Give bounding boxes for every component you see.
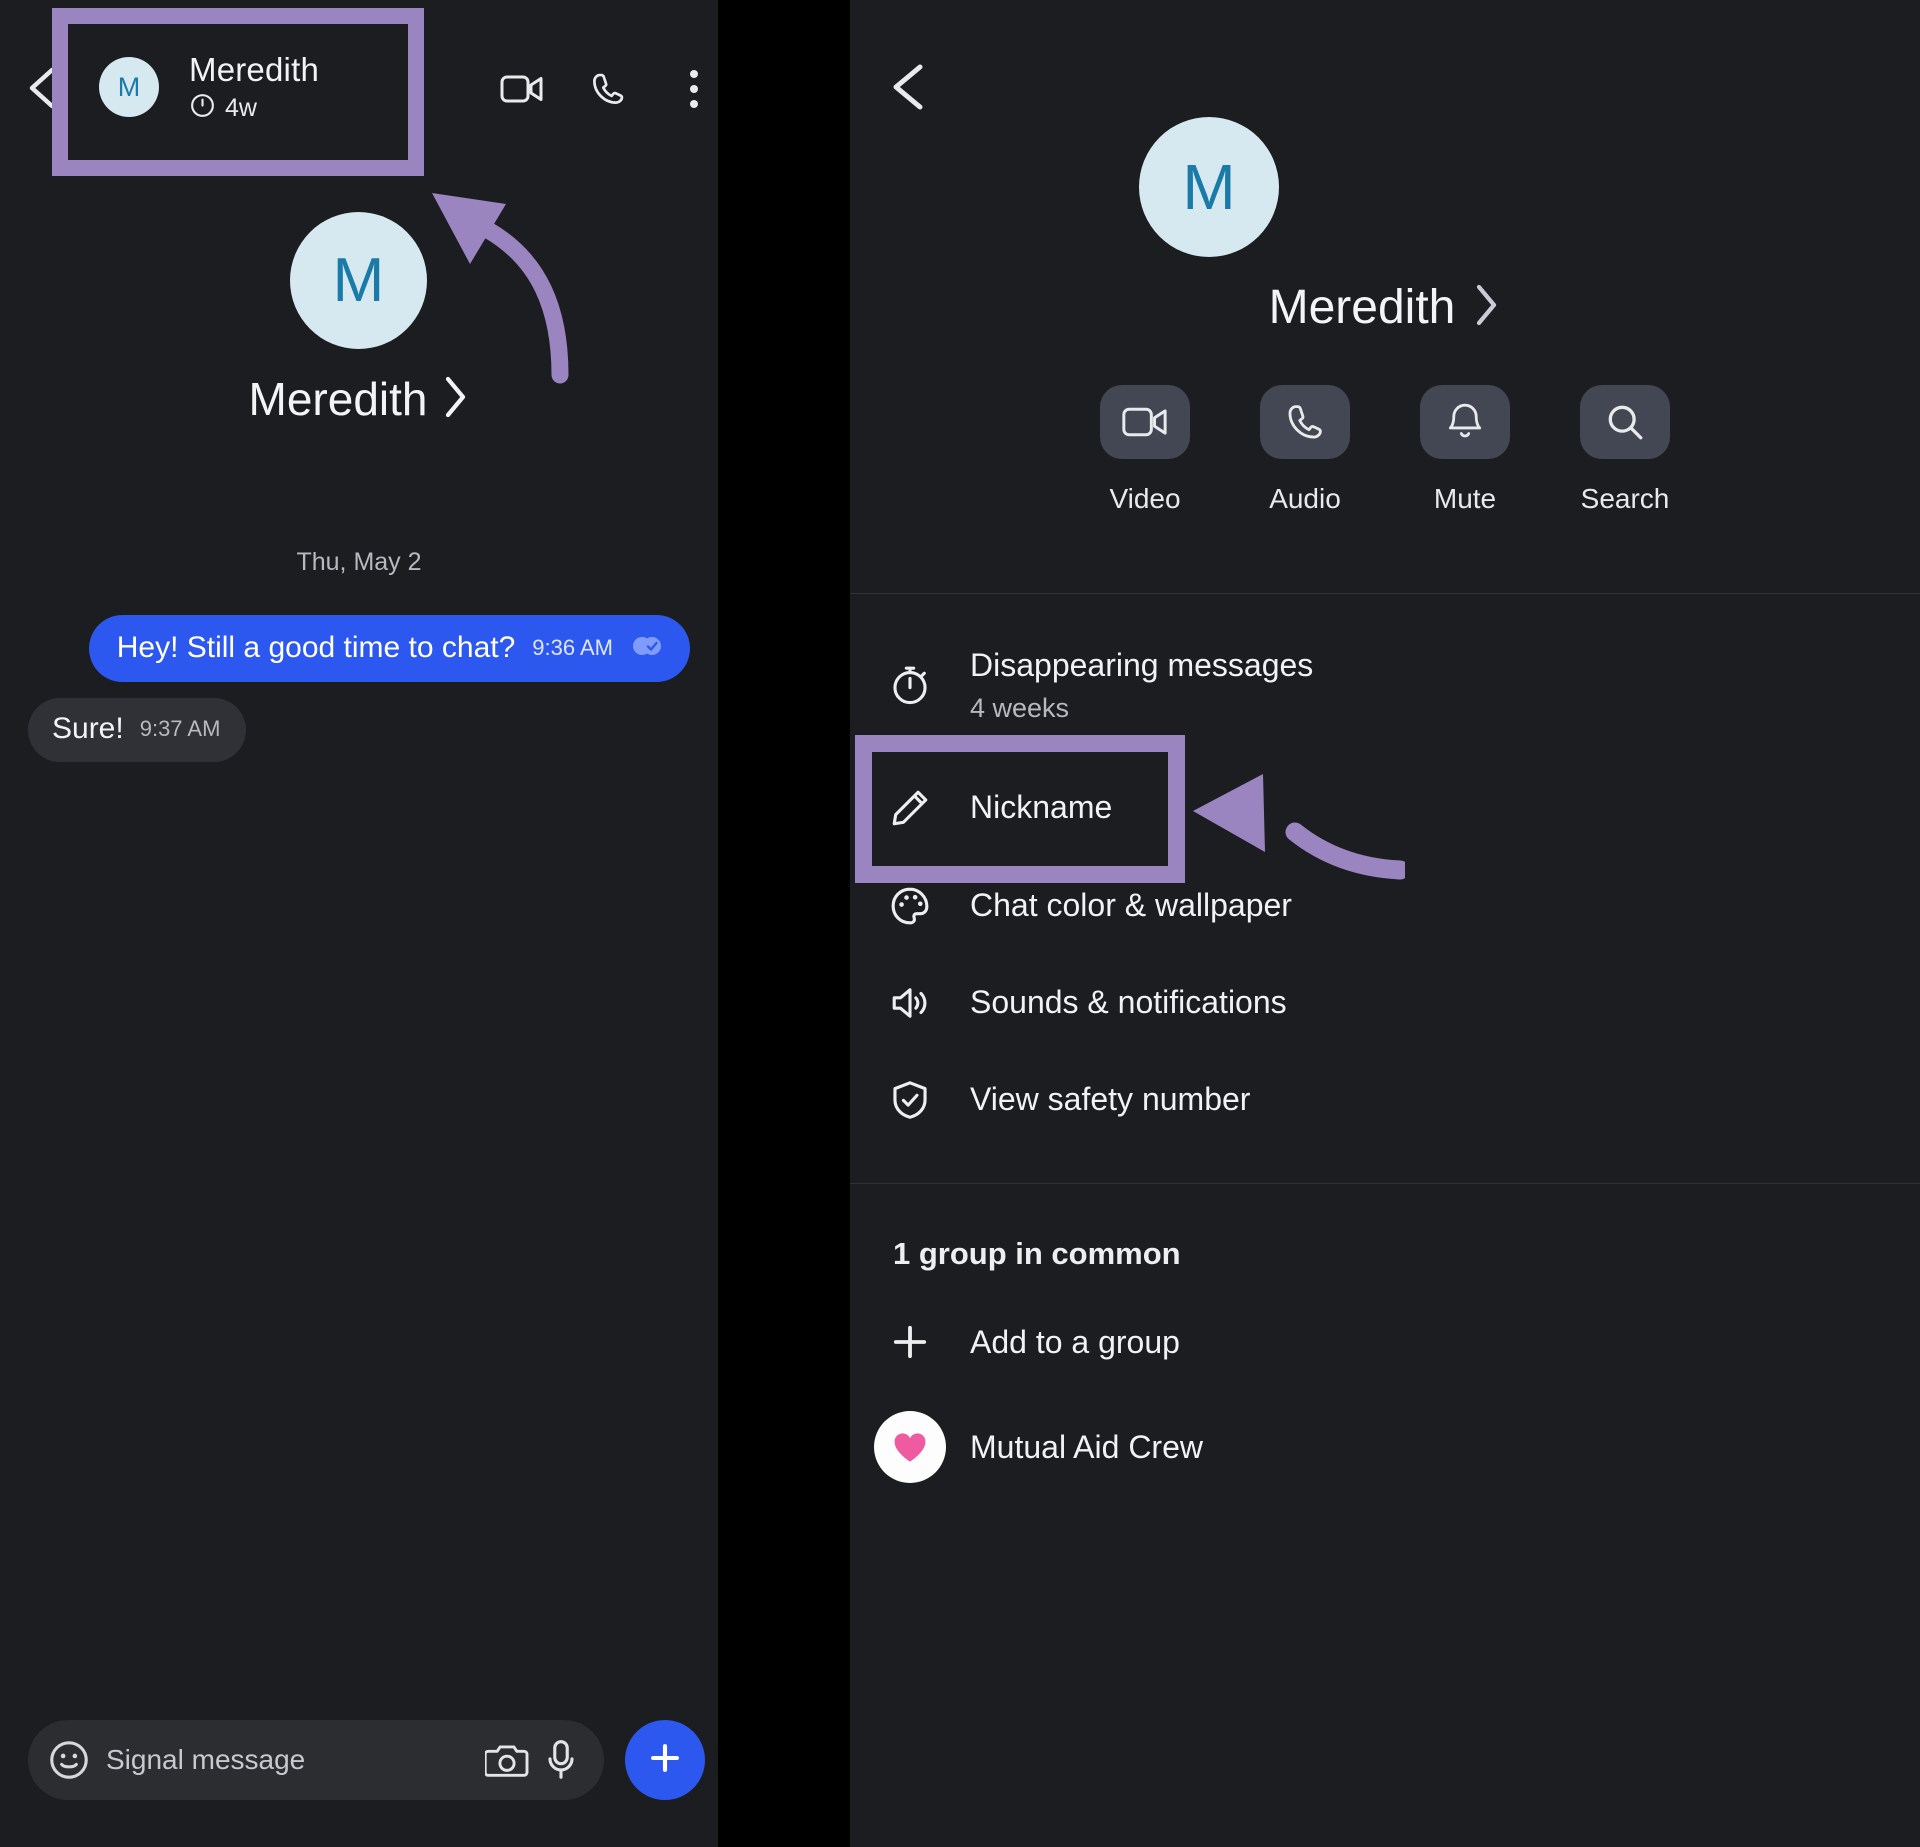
profile-avatar-letter: M <box>1182 151 1236 223</box>
settings-row-sounds-notifications[interactable]: Sounds & notifications <box>850 955 1920 1051</box>
chat-topbar-actions <box>493 60 718 118</box>
group-row[interactable]: Mutual Aid Crew <box>850 1405 1920 1489</box>
message-bubble-incoming[interactable]: Sure! 9:37 AM <box>28 698 247 762</box>
add-to-group-row[interactable]: Add to a group <box>850 1300 1920 1384</box>
settings-row-title: Nickname <box>970 789 1113 826</box>
avatar-letter: M <box>117 71 141 102</box>
chat-screen: M Meredith 4w M Meredith Thu, May 2 Hey!… <box>0 0 718 1847</box>
timer-icon <box>189 92 216 124</box>
delivered-check-icon <box>630 633 664 664</box>
camera-icon[interactable] <box>480 1733 534 1787</box>
chat-topbar: M Meredith 4w <box>0 0 718 175</box>
message-input[interactable]: Signal message <box>106 1744 480 1776</box>
attach-button[interactable] <box>625 1720 705 1800</box>
bell-icon <box>1420 385 1510 459</box>
settings-row-title: View safety number <box>970 1081 1251 1118</box>
settings-row-subtitle: 4 weeks <box>970 692 1070 723</box>
back-arrow-icon[interactable] <box>882 58 938 116</box>
settings-row-nickname[interactable]: Nickname <box>850 760 1920 856</box>
speaker-icon <box>850 981 970 1025</box>
more-vertical-icon[interactable] <box>665 60 718 118</box>
settings-row-title: Chat color & wallpaper <box>970 887 1292 924</box>
profile-avatar[interactable]: M <box>1139 117 1279 257</box>
profile-name: Meredith <box>1268 281 1456 334</box>
back-arrow-icon[interactable] <box>22 62 66 114</box>
action-video[interactable]: Video <box>1065 385 1225 515</box>
panel-divider <box>718 0 850 1847</box>
avatar[interactable]: M <box>99 57 159 117</box>
emoji-smiley-icon[interactable] <box>44 1735 94 1785</box>
profile-avatar-letter: M <box>332 246 385 315</box>
plus-icon <box>646 1739 684 1782</box>
settings-row-title: Disappearing messages <box>970 647 1314 684</box>
action-label: Search <box>1580 483 1670 514</box>
video-call-icon <box>1100 385 1190 459</box>
groups-section-title: 1 group in common <box>893 1236 1181 1271</box>
profile-avatar[interactable]: M <box>290 212 427 349</box>
phone-call-icon[interactable] <box>579 60 637 118</box>
action-label: Audio <box>1269 483 1341 514</box>
contact-settings-screen: M Meredith Video Audio Mute Search Disap… <box>850 0 1920 1847</box>
search-icon <box>1580 385 1670 459</box>
action-label: Mute <box>1433 483 1497 514</box>
action-audio[interactable]: Audio <box>1225 385 1385 515</box>
screenshot-root: M Meredith 4w M Meredith Thu, May 2 Hey!… <box>0 0 1920 1847</box>
settings-row-title: Sounds & notifications <box>970 984 1287 1021</box>
action-search[interactable]: Search <box>1545 385 1705 515</box>
palette-icon <box>850 884 970 928</box>
chevron-right-icon <box>1473 281 1501 334</box>
phone-call-icon <box>1260 385 1350 459</box>
video-call-icon[interactable] <box>493 60 551 118</box>
action-label: Video <box>1109 483 1181 514</box>
message-text: Hey! Still a good time to chat? <box>116 631 516 664</box>
settings-row-view-safety-number[interactable]: View safety number <box>850 1052 1920 1148</box>
message-composer[interactable]: Signal message <box>28 1720 604 1800</box>
profile-name-row[interactable]: Meredith <box>850 280 1920 335</box>
heart-avatar-icon <box>850 1411 970 1483</box>
message-timestamp: 9:36 AM <box>532 635 613 660</box>
add-to-group-label: Add to a group <box>970 1323 1180 1360</box>
date-divider: Thu, May 2 <box>296 548 422 576</box>
shield-check-icon <box>850 1078 970 1122</box>
pencil-icon <box>850 786 970 830</box>
disappearing-indicator[interactable]: 4w <box>189 92 257 124</box>
microphone-icon[interactable] <box>534 1733 588 1787</box>
action-mute[interactable]: Mute <box>1385 385 1545 515</box>
chevron-right-icon <box>443 374 469 425</box>
message-timestamp: 9:37 AM <box>139 716 221 741</box>
profile-name-row[interactable]: Meredith <box>0 372 718 426</box>
disappearing-value: 4w <box>225 93 257 122</box>
settings-row-disappearing-messages[interactable]: Disappearing messages 4 weeks <box>850 625 1920 745</box>
plus-icon <box>850 1306 970 1378</box>
divider <box>850 593 1920 594</box>
timer-icon <box>850 663 970 707</box>
message-text: Sure! <box>52 712 124 745</box>
quick-actions-row: Video Audio Mute Search <box>850 385 1920 515</box>
profile-name: Meredith <box>248 373 428 425</box>
contact-name[interactable]: Meredith <box>189 51 319 89</box>
group-name: Mutual Aid Crew <box>970 1428 1203 1465</box>
message-bubble-outgoing[interactable]: Hey! Still a good time to chat? 9:36 AM <box>88 615 690 682</box>
divider <box>850 1183 1920 1184</box>
settings-row-chat-color-wallpaper[interactable]: Chat color & wallpaper <box>850 858 1920 954</box>
